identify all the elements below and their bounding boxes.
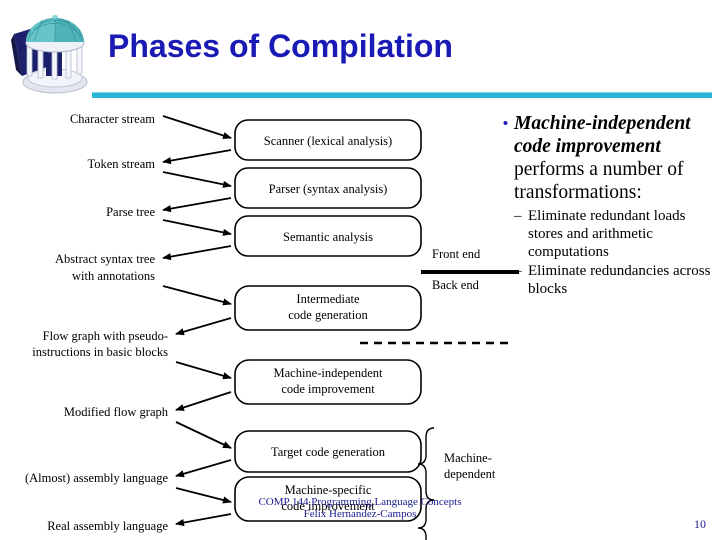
phase-box-machine-independent-line2: code improvement (281, 382, 375, 396)
sub-bullet-dash-icon: – (514, 263, 522, 279)
arrow-semantic-to-ast (162, 245, 232, 261)
bullet-main-rest: performs a number of transformations: (514, 159, 684, 203)
arrow-parse-tree-to-semantic (162, 219, 232, 236)
stage-label-real-assembly: Real assembly language (47, 519, 168, 533)
phase-box-parser-label: Parser (syntax analysis) (269, 182, 388, 196)
side-label-machine-dependent-line2: dependent (444, 467, 496, 481)
slide-canvas: Phases of Compilation Character stream T… (0, 0, 720, 540)
stage-label-flow-graph-pseudo-line2: instructions in basic blocks (32, 345, 168, 359)
arrow-scanner-to-token-stream (162, 149, 232, 165)
stage-label-modified-flow-graph: Modified flow graph (64, 405, 169, 419)
phase-box-semantic-analysis-label: Semantic analysis (283, 230, 373, 244)
arrow-token-stream-to-parser (162, 171, 232, 188)
phase-box-target-code-generation: Target code generation (234, 430, 422, 473)
bullet-main-text: Machine-independent code improvement per… (514, 112, 717, 204)
sub-bullet-text: Eliminate redundancies across blocks (528, 263, 711, 297)
phase-box-scanner-label: Scanner (lexical analysis) (264, 134, 392, 148)
sub-bullet-list: – Eliminate redundant loads stores and a… (514, 207, 717, 298)
bullet-main-emphasis: Machine-independent code improvement (514, 113, 691, 157)
phase-box-machine-specific-line1: Machine-specific (285, 483, 372, 497)
slide-body-text: • Machine-independent code improvement p… (497, 112, 717, 299)
sub-bullet-item: – Eliminate redundancies across blocks (514, 262, 717, 298)
side-label-machine-dependent-line1: Machine- (444, 451, 492, 465)
page-title: Phases of Compilation (108, 28, 453, 64)
bullet-marker-icon: • (502, 115, 509, 132)
arrow-character-stream-to-scanner (162, 115, 232, 139)
footer-author-line: Felix Hernandez-Campos (303, 508, 417, 520)
arrow-target-code-to-almost-assembly (175, 459, 232, 478)
side-label-front-end: Front end (432, 247, 481, 261)
stage-label-abstract-syntax-tree-line2: with annotations (72, 269, 155, 283)
side-label-back-end: Back end (432, 278, 480, 292)
phase-box-target-code-label: Target code generation (271, 445, 386, 459)
stage-label-character-stream: Character stream (70, 112, 155, 126)
bullet-item-main: • Machine-independent code improvement p… (497, 112, 717, 204)
old-well-rotunda-logo (6, 4, 102, 102)
arrow-flow-graph-to-machine-independent (175, 361, 232, 380)
sub-bullet-item: – Eliminate redundant loads stores and a… (514, 207, 717, 261)
arrow-ast-to-intermediate (162, 285, 232, 306)
arrow-parser-to-parse-tree (162, 197, 232, 213)
phase-box-intermediate-line2: code generation (288, 308, 368, 322)
arrow-machine-independent-to-modified (175, 391, 232, 411)
phase-box-intermediate-code-generation: Intermediate code generation (234, 285, 422, 331)
compilation-phases-diagram: Character stream Token stream Parse tree… (0, 100, 520, 540)
phase-box-semantic-analysis: Semantic analysis (234, 215, 422, 257)
stage-label-almost-assembly: (Almost) assembly language (25, 471, 168, 485)
sub-bullet-dash-icon: – (514, 208, 522, 224)
stage-label-token-stream: Token stream (87, 157, 155, 171)
phase-box-parser: Parser (syntax analysis) (234, 167, 422, 209)
title-divider-rule (92, 92, 712, 98)
footer-course-line: COMP 144 Programming Language Concepts (258, 496, 462, 508)
phase-box-machine-independent-code-improvement: Machine-independent code improvement (234, 359, 422, 405)
sub-bullet-text: Eliminate redundant loads stores and ari… (528, 208, 686, 260)
stage-label-parse-tree: Parse tree (106, 205, 155, 219)
stage-label-abstract-syntax-tree: Abstract syntax tree (55, 252, 155, 266)
arrow-modified-to-target-code (175, 421, 232, 449)
phase-box-intermediate-line1: Intermediate (296, 292, 360, 306)
stage-label-flow-graph-pseudo: Flow graph with pseudo- (43, 329, 168, 343)
phase-box-machine-independent-line1: Machine-independent (274, 366, 384, 380)
arrow-intermediate-to-flow-graph (175, 317, 232, 336)
phase-box-scanner: Scanner (lexical analysis) (234, 119, 422, 161)
slide-footer: COMP 144 Programming Language Concepts F… (185, 496, 535, 520)
page-number: 10 (694, 517, 706, 531)
